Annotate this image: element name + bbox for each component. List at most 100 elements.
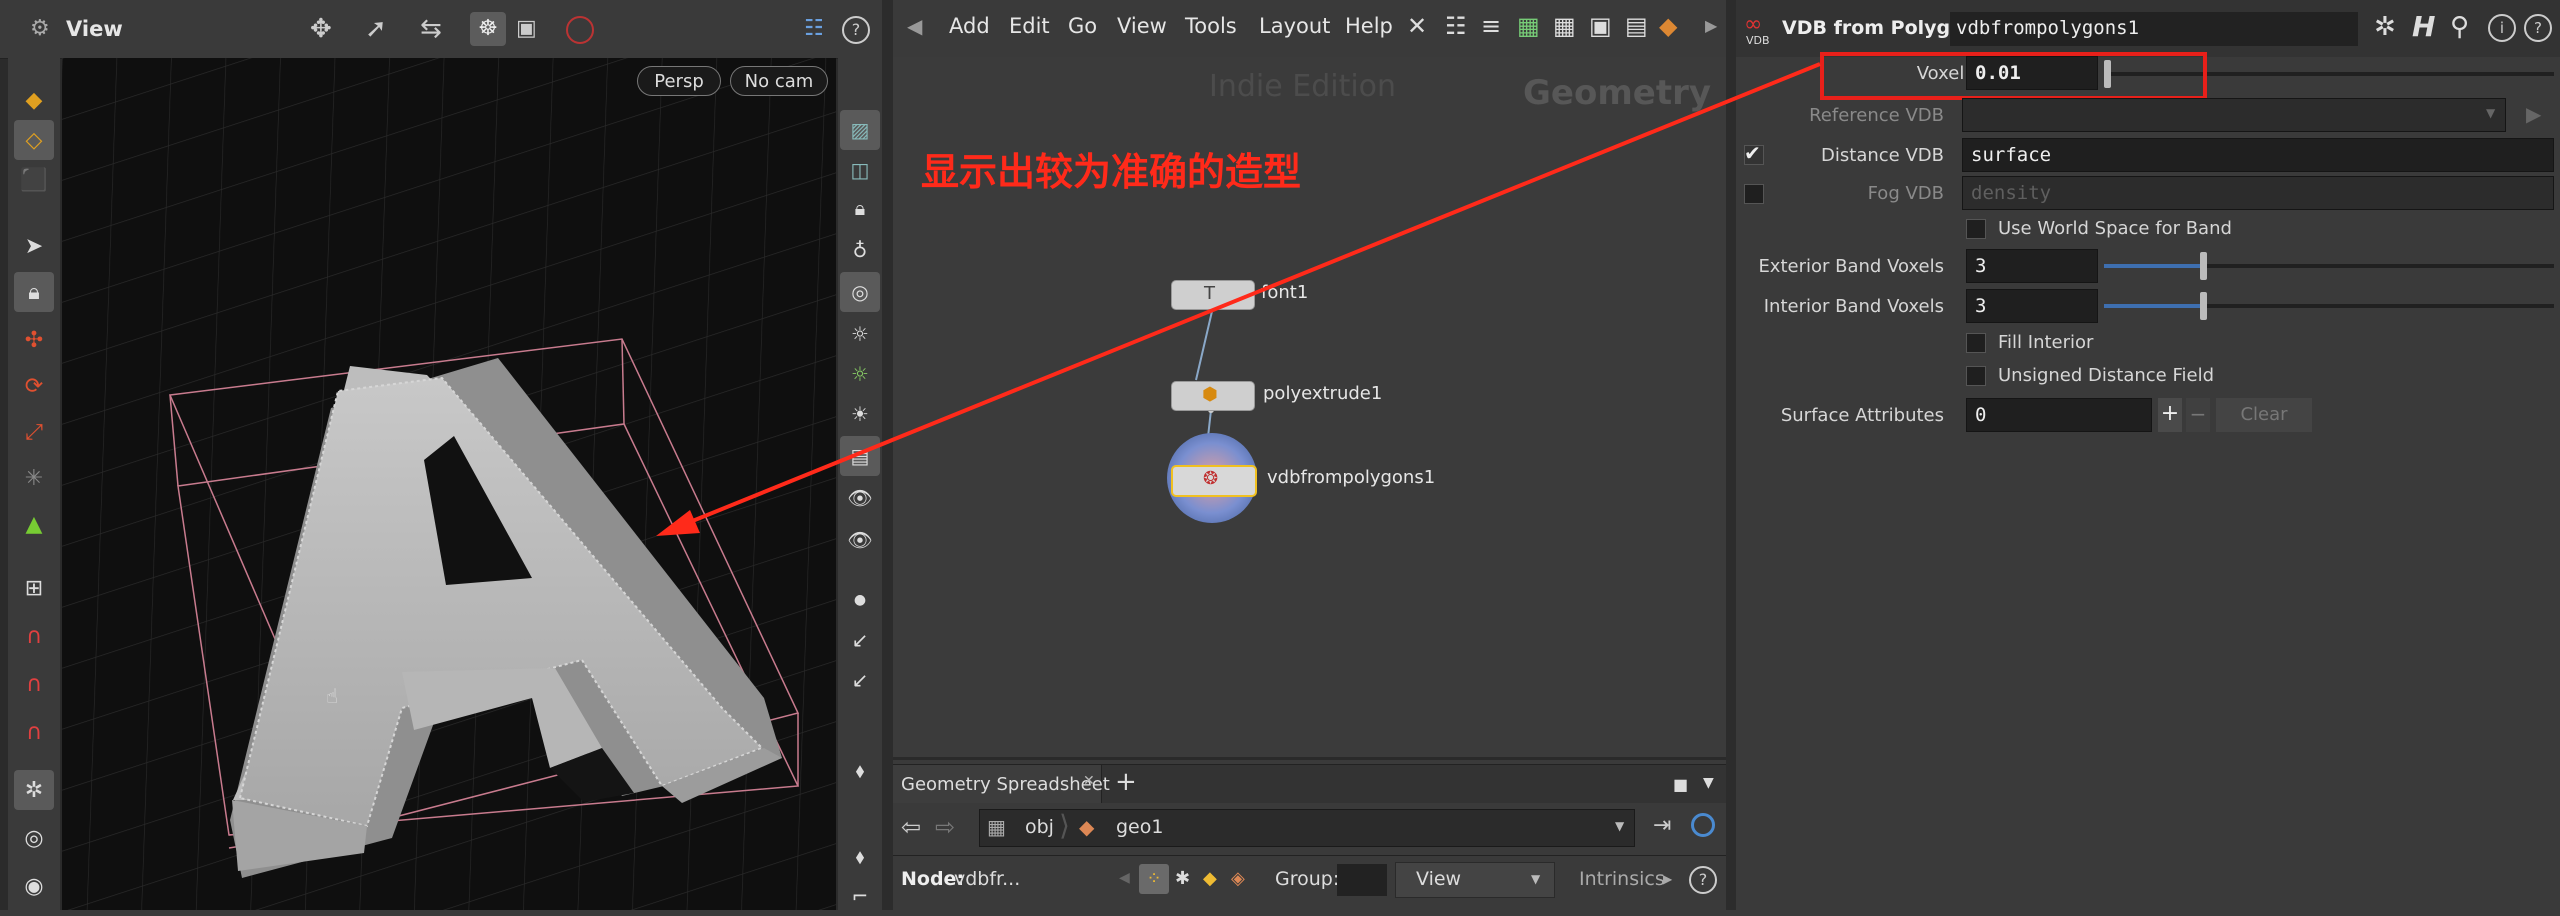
point-display-icon[interactable]: ● — [840, 580, 880, 620]
interior-band-slider-knob[interactable] — [2200, 292, 2207, 320]
detail-mode-icon[interactable]: ◈ — [1231, 868, 1245, 889]
menu-help[interactable]: Help — [1345, 14, 1393, 38]
select-prims-icon[interactable]: ⬛ — [14, 160, 54, 200]
surface-attr-remove-button[interactable]: − — [2186, 398, 2210, 432]
perspective-menu[interactable]: Persp — [637, 66, 721, 96]
display-options-icon[interactable]: ☸ — [470, 12, 506, 46]
network-editor[interactable]: Indie Edition Geometry 显示出较为准确的造型 T font… — [893, 57, 1726, 760]
menu-edit[interactable]: Edit — [1009, 14, 1050, 38]
lock-camera-icon[interactable]: 🔒︎ — [840, 188, 880, 228]
group-field[interactable] — [1337, 864, 1387, 896]
light-3-icon[interactable]: ☀ — [840, 394, 880, 434]
background-icon[interactable]: ◎ — [840, 272, 880, 312]
node-font1[interactable]: T — [1171, 280, 1255, 310]
pivot-tool-icon[interactable]: ✳ — [14, 458, 54, 498]
select-points-icon[interactable]: ◆ — [14, 80, 54, 120]
menu-layout[interactable]: Layout — [1259, 14, 1330, 38]
palette-icon[interactable]: ◆ — [1659, 12, 1677, 40]
multi-snap-icon[interactable]: ∩ — [14, 712, 54, 752]
back-arrow-icon[interactable]: ◀ — [907, 14, 922, 38]
distance-vdb-field[interactable]: surface — [1962, 138, 2554, 172]
menu-add[interactable]: Add — [949, 14, 990, 38]
surface-attr-clear-button[interactable]: Clear — [2216, 398, 2312, 432]
intrinsics-label[interactable]: Intrinsics — [1579, 868, 1665, 890]
tree-icon[interactable]: ☷ — [1445, 12, 1467, 40]
cog-display-icon[interactable]: ✲ — [14, 770, 54, 810]
node-polyextrude1[interactable]: ⬢ — [1171, 381, 1255, 411]
menu-view[interactable]: View — [1117, 14, 1167, 38]
layout-options-icon[interactable]: ☷ — [804, 16, 824, 41]
notes-icon[interactable]: ▤ — [1625, 12, 1648, 40]
fog-vdb-field[interactable]: density — [1962, 176, 2554, 210]
points-mode-icon[interactable]: ⁘ — [1139, 864, 1169, 894]
path-back-icon[interactable]: ⇦ — [901, 813, 921, 841]
eye-2-icon[interactable]: 👁︎ — [840, 520, 880, 560]
pane-layout-icon[interactable]: ■ — [1673, 775, 1688, 794]
params-help-icon[interactable]: ? — [2524, 14, 2552, 42]
help-icon[interactable]: ? — [842, 16, 870, 44]
list-icon[interactable]: ≡ — [1481, 12, 1501, 40]
transform-tool-icon[interactable]: ⇆ — [420, 14, 442, 44]
search-icon[interactable]: ⚲ — [2450, 12, 2469, 42]
headlight-icon[interactable]: ♁ — [840, 230, 880, 270]
prim-number-2-icon[interactable]: ⬧ — [840, 836, 880, 876]
ortho-icon[interactable]: ⌐ — [840, 876, 880, 916]
surface-attr-field[interactable]: 0 — [1966, 398, 2152, 432]
node-vdbfrompolygons1[interactable]: ❂ — [1171, 465, 1257, 497]
path-obj[interactable]: obj — [1025, 816, 1054, 838]
image-icon[interactable]: ▣ — [1589, 12, 1612, 40]
path-dropdown-icon[interactable]: ▼ — [1615, 819, 1624, 833]
pin-icon[interactable]: ⇥ — [1653, 813, 1671, 838]
render-display-icon[interactable]: ◉ — [14, 866, 54, 906]
viewport-canvas[interactable]: ☝ — [62, 58, 836, 910]
path-forward-icon[interactable]: ⇨ — [935, 813, 955, 841]
info-icon[interactable]: i — [2488, 14, 2516, 42]
world-space-checkbox[interactable] — [1966, 219, 1986, 239]
camera-menu[interactable]: No cam — [730, 66, 828, 96]
handle-tool-icon[interactable]: ▲ — [14, 504, 54, 544]
link-icon[interactable] — [1691, 813, 1715, 837]
eye-icon[interactable]: 👁︎ — [840, 478, 880, 518]
exterior-band-field[interactable]: 3 — [1966, 249, 2098, 283]
prim-number-icon[interactable]: ⬧ — [840, 750, 880, 790]
lock-select-icon[interactable]: 🔒︎ — [14, 272, 54, 312]
select-tool-icon[interactable]: ➚ — [365, 14, 387, 44]
wrench-icon[interactable]: ✕ — [1407, 12, 1427, 40]
grid-icon[interactable]: ▦ — [1553, 12, 1576, 40]
reference-vdb-field[interactable] — [1962, 98, 2506, 132]
snapshot-icon[interactable]: ▣ — [516, 16, 537, 41]
scroll-left-icon[interactable]: ◀ — [1119, 870, 1130, 886]
spreadsheet-help-icon[interactable]: ? — [1689, 866, 1717, 894]
arrow-select-icon[interactable]: ➤ — [14, 226, 54, 266]
grid-color-icon[interactable]: ▦ — [1517, 12, 1540, 40]
select-edges-icon[interactable]: ◇ — [14, 120, 54, 160]
ghost-display-icon[interactable]: ◎ — [14, 818, 54, 858]
prims-mode-icon[interactable]: ◆ — [1203, 868, 1217, 889]
normal-display-icon[interactable]: ↙ — [840, 620, 880, 660]
gear-icon[interactable]: ✲ — [2374, 12, 2396, 42]
right-splitter[interactable] — [1726, 0, 1736, 910]
path-field[interactable] — [979, 809, 1635, 847]
menu-go[interactable]: Go — [1068, 14, 1097, 38]
interior-band-field[interactable]: 3 — [1966, 289, 2098, 323]
menu-tools[interactable]: Tools — [1185, 14, 1237, 38]
scale-tool-icon[interactable]: ⤢ — [14, 412, 54, 452]
more-arrow-icon[interactable]: ▶ — [1705, 16, 1717, 35]
vertices-mode-icon[interactable]: ✱ — [1175, 868, 1190, 889]
tab-close-icon[interactable]: ✕ — [1083, 773, 1095, 789]
move-tool-icon[interactable]: ✣ — [14, 320, 54, 360]
stop-icon[interactable] — [566, 16, 594, 44]
light-icon[interactable]: ☼ — [840, 314, 880, 354]
rotate-tool-icon[interactable]: ⟳ — [14, 366, 54, 406]
prim-snap-icon[interactable]: ∩ — [14, 616, 54, 656]
add-tab-icon[interactable]: + — [1115, 767, 1137, 797]
left-splitter[interactable] — [882, 0, 893, 910]
path-geo[interactable]: geo1 — [1116, 816, 1163, 838]
pane-menu-icon[interactable]: ▼ — [1703, 775, 1714, 791]
wireframe-mode-icon[interactable]: ◫ — [840, 150, 880, 190]
reference-vdb-dropdown-icon[interactable]: ▼ — [2486, 106, 2495, 120]
surface-attr-add-button[interactable]: + — [2158, 398, 2182, 432]
unsigned-df-checkbox[interactable] — [1966, 366, 1986, 386]
shaded-mode-icon[interactable]: ▨ — [840, 110, 880, 150]
camera-tool-icon[interactable]: ✥ — [310, 14, 332, 44]
